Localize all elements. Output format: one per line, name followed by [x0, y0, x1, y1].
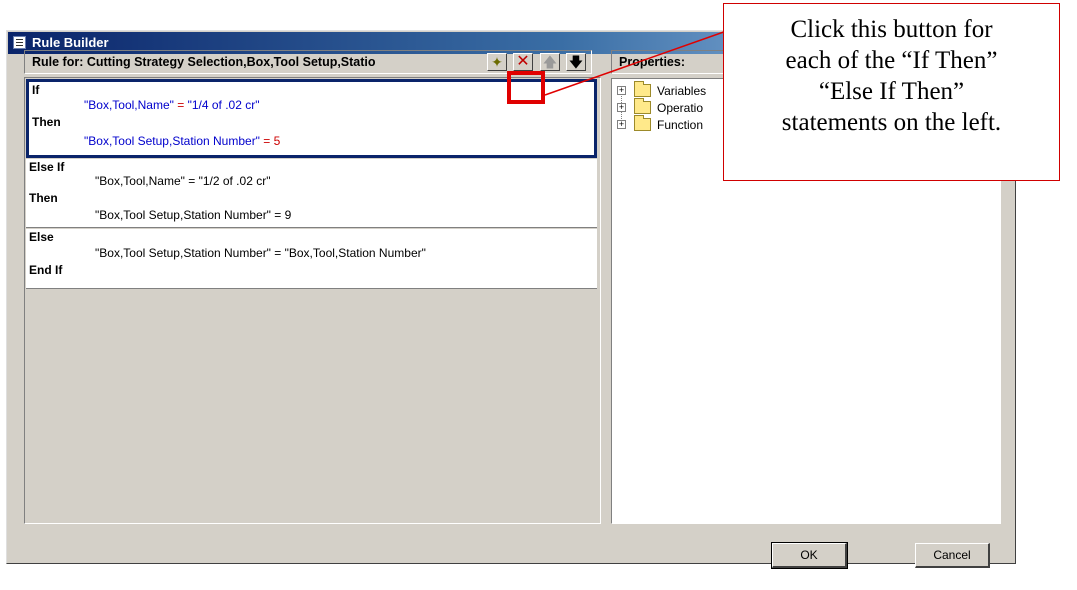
new-rule-icon: ✦ [491, 54, 503, 70]
tree-item-label: Variables [657, 84, 707, 98]
rule-block-else[interactable]: Else "Box,Tool Setup,Station Number" = "… [26, 229, 597, 289]
arrow-down-icon: 🡇 [568, 54, 584, 70]
callout-line-4: statements on the left. [781, 109, 1002, 136]
if-action[interactable]: "Box,Tool Setup,Station Number" = 5 [84, 134, 280, 148]
move-down-button[interactable]: 🡇 [566, 53, 586, 71]
tree-item-label: Function [657, 118, 704, 132]
else-if-condition[interactable]: "Box,Tool,Name" = "1/2 of .02 cr" [95, 174, 270, 188]
delete-x-icon: ✕ [516, 53, 530, 70]
ok-button[interactable]: OK [771, 542, 848, 569]
tree-item-label: Operatio [657, 101, 704, 115]
folder-icon [634, 81, 651, 97]
expand-plus-icon[interactable]: + [617, 103, 626, 112]
new-rule-button[interactable]: ✦ [487, 53, 507, 71]
move-up-button[interactable]: 🡅 [540, 53, 560, 71]
cancel-button[interactable]: Cancel [915, 543, 990, 568]
rule-list[interactable]: If "Box,Tool,Name" = "1/4 of .02 cr" The… [24, 77, 601, 524]
keyword-then: Then [32, 115, 61, 129]
folder-icon [634, 115, 651, 131]
else-action[interactable]: "Box,Tool Setup,Station Number" = "Box,T… [95, 246, 426, 260]
callout-line-3: “Else If Then” [818, 78, 965, 105]
if-condition[interactable]: "Box,Tool,Name" = "1/4 of .02 cr" [84, 98, 259, 112]
arrow-up-icon: 🡅 [542, 54, 558, 70]
keyword-else: Else [29, 230, 54, 244]
folder-icon [634, 98, 651, 114]
callout-line-2: each of the “If Then” [785, 47, 998, 74]
else-if-action[interactable]: "Box,Tool Setup,Station Number" = 9 [95, 208, 291, 222]
keyword-then-2: Then [29, 191, 58, 205]
delete-button-highlight [507, 71, 545, 104]
rule-block-else-if[interactable]: Else If "Box,Tool,Name" = "1/2 of .02 cr… [26, 159, 597, 228]
expand-plus-icon[interactable]: + [617, 86, 626, 95]
callout-line-1: Click this button for [790, 16, 993, 43]
delete-rule-button[interactable]: ✕ [513, 53, 533, 71]
keyword-end-if: End If [29, 263, 63, 277]
rule-builder-app-icon [13, 36, 26, 49]
callout-annotation: Click this button for each of the “If Th… [723, 3, 1060, 181]
rule-header-label: Rule for: Cutting Strategy Selection,Box… [32, 55, 376, 69]
properties-label: Properties: [619, 55, 685, 69]
expand-plus-icon[interactable]: + [617, 120, 626, 129]
window-title: Rule Builder [32, 35, 109, 50]
keyword-else-if: Else If [29, 160, 65, 174]
keyword-if: If [32, 83, 40, 97]
